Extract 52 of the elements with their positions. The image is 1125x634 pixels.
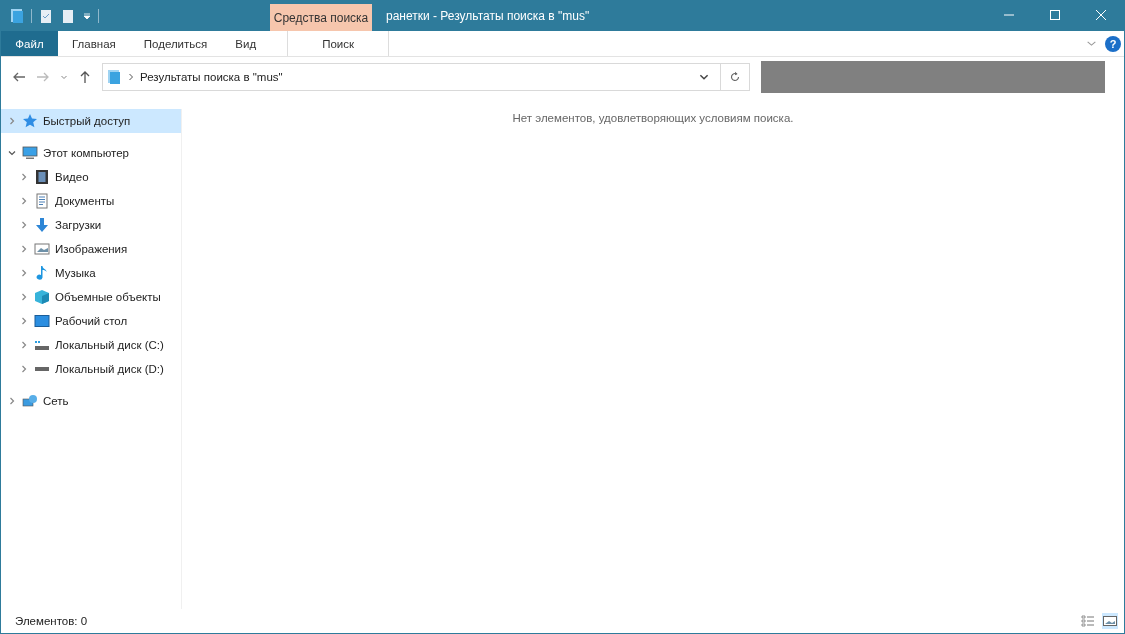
page-icon[interactable] [60,7,76,24]
window-title: ранетки - Результаты поиска в "mus" [385,7,590,25]
monitor-icon [22,145,38,161]
chevron-right-icon[interactable] [19,268,29,278]
folder-stack-icon [106,69,122,85]
tree-item[interactable]: Объемные объекты [1,285,181,309]
tree-item[interactable]: Рабочий стол [1,309,181,333]
help-button[interactable]: ? [1105,35,1121,52]
breadcrumb-chevron-icon[interactable] [126,72,136,82]
tree-item[interactable]: Этот компьютер [1,141,181,165]
address-path: Результаты поиска в "mus" [140,71,283,83]
address-bar[interactable]: Результаты поиска в "mus" [102,63,750,91]
tree-item[interactable]: Документы [1,189,181,213]
tree-item[interactable]: Видео [1,165,181,189]
thumbnail-view-icon[interactable] [1102,613,1118,629]
tree-item[interactable]: Музыка [1,261,181,285]
chevron-right-icon[interactable] [7,116,17,126]
film-icon [34,169,50,185]
folder-stack-icon[interactable] [9,7,25,24]
details-view-icon[interactable] [1080,613,1096,629]
tree-item[interactable]: Загрузки [1,213,181,237]
desktop-icon [34,313,50,329]
chevron-right-icon[interactable] [19,364,29,374]
chevron-right-icon[interactable] [19,292,29,302]
chevron-right-icon[interactable] [19,244,29,254]
checked-page-icon[interactable] [38,7,54,24]
tree-item[interactable]: Сеть [1,389,181,413]
chevron-right-icon[interactable] [19,196,29,206]
chevron-down-icon[interactable] [7,148,17,158]
picture-icon [34,241,50,257]
chevron-right-icon[interactable] [19,172,29,182]
star-icon [22,113,38,129]
file-menu-tab[interactable]: Файл [1,31,58,56]
down-arrow-icon [34,217,50,233]
context-tab-header: Средства поиска [270,4,372,31]
tree-item[interactable]: Быстрый доступ [1,109,181,133]
document-icon [34,193,50,209]
tree-item[interactable]: Изображения [1,237,181,261]
chevron-right-icon[interactable] [19,340,29,350]
ribbon-tab[interactable]: Поиск [287,31,390,56]
network-icon [22,393,38,409]
empty-message: Нет элементов, удовлетворяющих условиям поиска. [512,112,794,126]
chevron-right-icon[interactable] [19,316,29,326]
tree-item[interactable]: Локальный диск (C:) [1,333,181,357]
item-count: Элементов: 0 [15,615,88,627]
chevron-right-icon[interactable] [7,396,17,406]
tree-item[interactable]: Локальный диск (D:) [1,357,181,381]
dropdown-icon[interactable] [82,10,92,21]
refresh-icon[interactable] [728,70,742,84]
chevron-right-icon[interactable] [19,220,29,230]
cube-icon [34,289,50,305]
drive-icon [35,367,49,371]
